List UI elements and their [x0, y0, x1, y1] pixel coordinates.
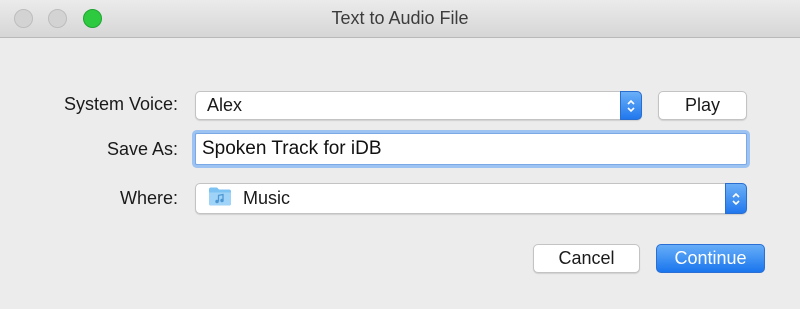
- save-as-input[interactable]: [196, 134, 746, 164]
- play-button[interactable]: Play: [658, 91, 747, 120]
- save-as-field[interactable]: [195, 133, 747, 165]
- cancel-button[interactable]: Cancel: [533, 244, 640, 273]
- system-voice-popup[interactable]: Alex: [195, 91, 642, 120]
- voice-popup-stepper-icon: [620, 91, 642, 120]
- dialog-window: Text to Audio File System Voice: Alex Pl…: [0, 0, 800, 309]
- where-label: Where:: [119, 188, 178, 208]
- where-popup-stepper-icon: [725, 183, 747, 214]
- system-voice-value: Alex: [207, 95, 243, 115]
- continue-button[interactable]: Continue: [656, 244, 765, 273]
- where-value: Music: [243, 188, 291, 208]
- where-popup[interactable]: Music: [195, 183, 747, 214]
- save-as-label: Save As:: [106, 139, 178, 159]
- title-bar: Text to Audio File: [0, 0, 800, 38]
- system-voice-label: System Voice:: [63, 94, 178, 114]
- music-folder-icon: [208, 186, 232, 211]
- window-title: Text to Audio File: [331, 8, 469, 28]
